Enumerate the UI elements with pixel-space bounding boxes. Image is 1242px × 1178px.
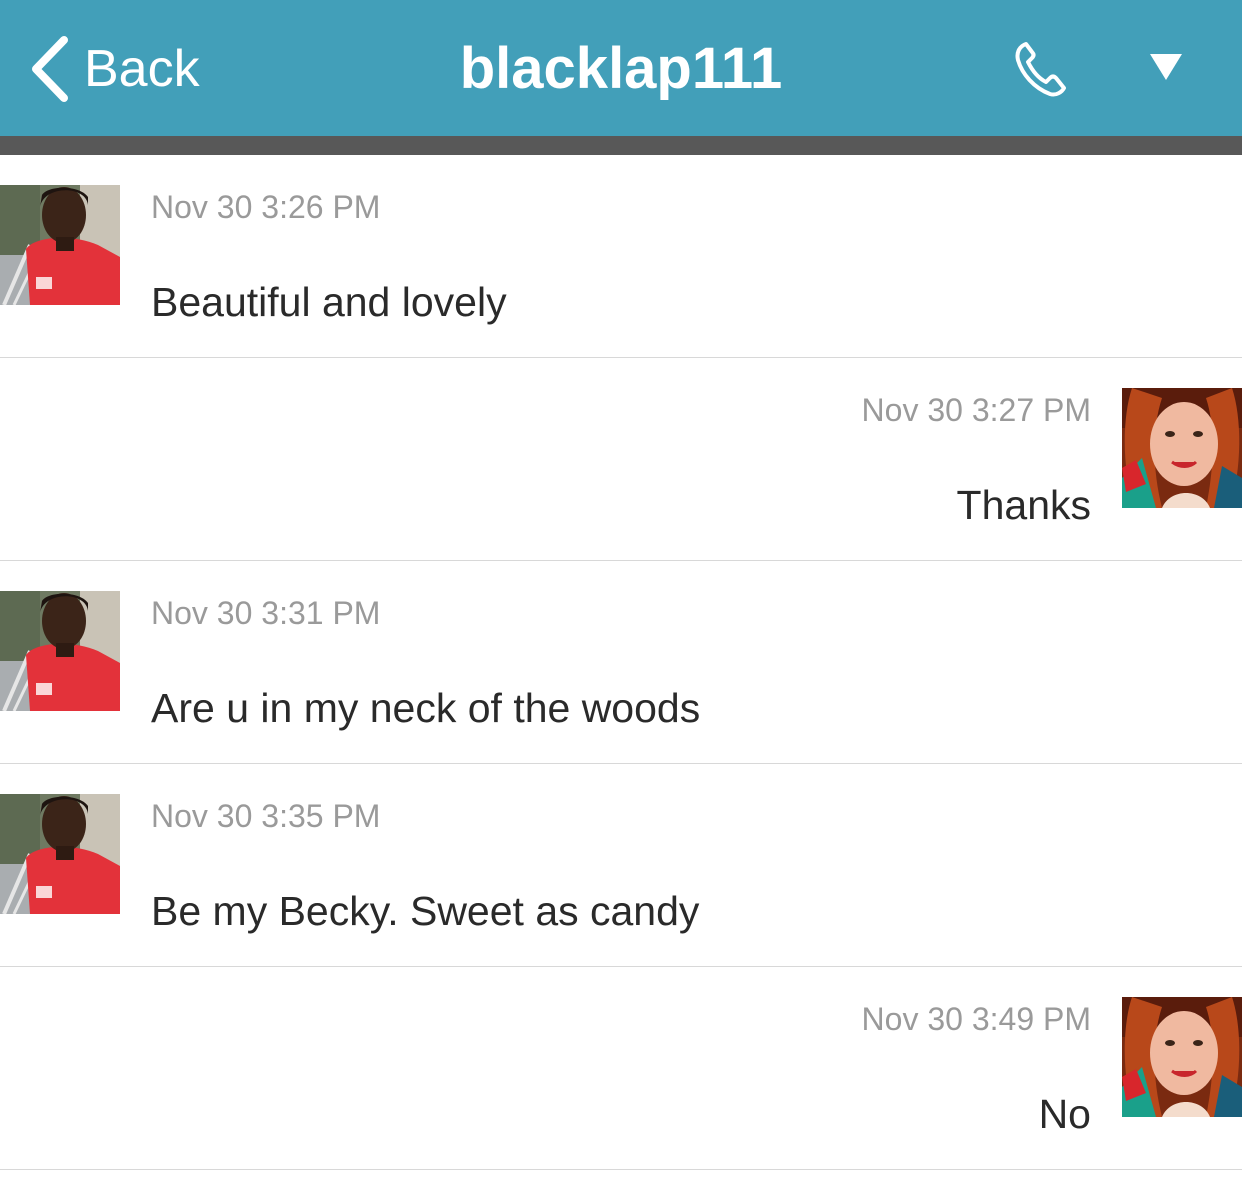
back-button[interactable]: Back bbox=[28, 36, 200, 102]
contact-photo bbox=[0, 591, 120, 711]
message-text: Beautiful and lovely bbox=[151, 279, 507, 325]
my-photo bbox=[1122, 997, 1242, 1117]
chevron-left-icon bbox=[32, 36, 68, 102]
message-row[interactable]: Nov 30 3:26 PM Beautiful and lovely bbox=[0, 155, 1242, 358]
contact-avatar[interactable] bbox=[0, 591, 120, 711]
message-timestamp: Nov 30 3:27 PM bbox=[861, 392, 1091, 428]
message-timestamp: Nov 30 3:26 PM bbox=[151, 189, 381, 225]
call-button[interactable] bbox=[1012, 40, 1068, 98]
message-list[interactable]: Nov 30 3:26 PM Beautiful and lovely Nov … bbox=[0, 155, 1242, 1170]
my-avatar[interactable] bbox=[1122, 997, 1242, 1117]
message-text: No bbox=[1038, 1091, 1091, 1137]
menu-dropdown-button[interactable] bbox=[1146, 50, 1186, 86]
message-row[interactable]: Nov 30 3:31 PM Are u in my neck of the w… bbox=[0, 561, 1242, 764]
my-avatar[interactable] bbox=[1122, 388, 1242, 508]
message-text: Are u in my neck of the woods bbox=[151, 685, 701, 731]
message-text: Be my Becky. Sweet as candy bbox=[151, 888, 700, 934]
triangle-down-icon bbox=[1150, 54, 1182, 80]
contact-photo bbox=[0, 185, 120, 305]
my-photo bbox=[1122, 388, 1242, 508]
phone-icon bbox=[1015, 42, 1066, 97]
navigation-bar: Back blacklap111 bbox=[0, 0, 1242, 136]
message-row[interactable]: Nov 30 3:49 PM No bbox=[0, 967, 1242, 1170]
header-divider bbox=[0, 136, 1242, 155]
contact-avatar[interactable] bbox=[0, 794, 120, 914]
message-text: Thanks bbox=[956, 482, 1091, 528]
back-label: Back bbox=[84, 40, 200, 98]
message-timestamp: Nov 30 3:35 PM bbox=[151, 798, 381, 834]
contact-avatar[interactable] bbox=[0, 185, 120, 305]
contact-photo bbox=[0, 794, 120, 914]
message-timestamp: Nov 30 3:49 PM bbox=[861, 1001, 1091, 1037]
message-row[interactable]: Nov 30 3:35 PM Be my Becky. Sweet as can… bbox=[0, 764, 1242, 967]
message-timestamp: Nov 30 3:31 PM bbox=[151, 595, 381, 631]
message-row[interactable]: Nov 30 3:27 PM Thanks bbox=[0, 358, 1242, 561]
